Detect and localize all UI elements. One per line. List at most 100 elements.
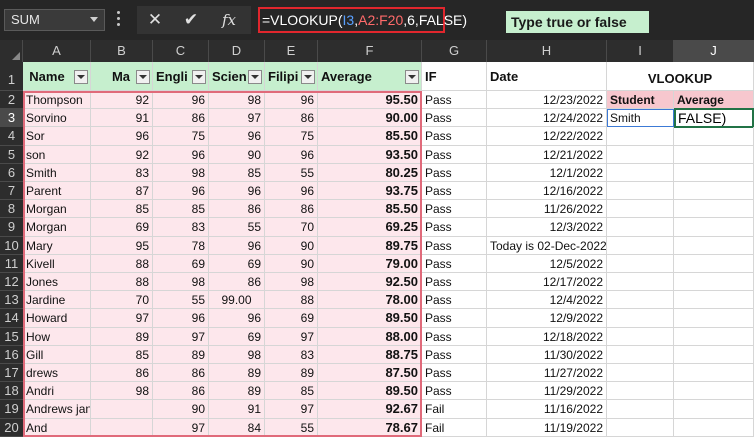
- table-cell[interactable]: 83: [153, 218, 209, 237]
- table-cell[interactable]: 75: [153, 127, 209, 146]
- row-header[interactable]: 19: [0, 400, 23, 419]
- table-cell[interactable]: 86: [153, 109, 209, 128]
- row-header[interactable]: 20: [0, 418, 23, 437]
- table-cell[interactable]: 89: [91, 327, 153, 346]
- table-cell[interactable]: 80.25: [318, 163, 422, 182]
- empty-cell[interactable]: [607, 291, 674, 310]
- filter-dropdown-icon[interactable]: [192, 70, 206, 84]
- table-cell[interactable]: Jardine: [23, 291, 91, 310]
- column-header[interactable]: J: [674, 40, 754, 62]
- cancel-icon[interactable]: ✕: [142, 8, 168, 32]
- empty-cell[interactable]: [674, 200, 754, 219]
- empty-cell[interactable]: [607, 327, 674, 346]
- table-cell[interactable]: 92.50: [318, 273, 422, 292]
- column-header[interactable]: A: [23, 40, 91, 62]
- column-header[interactable]: F: [318, 40, 422, 62]
- chevron-down-icon[interactable]: [90, 17, 98, 22]
- table-cell[interactable]: 97: [153, 418, 209, 437]
- enter-icon[interactable]: ✔: [178, 8, 204, 32]
- table-cell[interactable]: Pass: [422, 91, 487, 110]
- table-cell[interactable]: 97: [91, 309, 153, 328]
- column-header[interactable]: I: [607, 40, 674, 62]
- table-cell[interactable]: 85.50: [318, 127, 422, 146]
- column-header[interactable]: E: [265, 40, 318, 62]
- empty-cell[interactable]: [674, 163, 754, 182]
- table-cell[interactable]: 86: [91, 364, 153, 383]
- row-header[interactable]: 4: [0, 127, 23, 146]
- table-cell[interactable]: 12/5/2022: [487, 254, 607, 273]
- row-header[interactable]: 13: [0, 291, 23, 310]
- active-cell-editor[interactable]: FALSE): [674, 108, 754, 129]
- table-cell[interactable]: 12/17/2022: [487, 273, 607, 292]
- row-header[interactable]: 7: [0, 182, 23, 201]
- table-cell[interactable]: Pass: [422, 291, 487, 310]
- table-cell[interactable]: 89: [209, 364, 265, 383]
- table-cell[interactable]: Sorvino: [23, 109, 91, 128]
- table-cell[interactable]: 97: [209, 109, 265, 128]
- table-cell[interactable]: 89: [265, 364, 318, 383]
- table-cell[interactable]: 86: [265, 200, 318, 219]
- table-cell[interactable]: 12/3/2022: [487, 218, 607, 237]
- table-cell[interactable]: 12/1/2022: [487, 163, 607, 182]
- table-cell[interactable]: 86: [153, 382, 209, 401]
- table-cell[interactable]: 96: [209, 127, 265, 146]
- table-cell[interactable]: 92: [91, 91, 153, 110]
- table-cell[interactable]: 88.75: [318, 345, 422, 364]
- empty-cell[interactable]: [674, 327, 754, 346]
- row-header[interactable]: 8: [0, 200, 23, 219]
- table-cell[interactable]: 69: [153, 254, 209, 273]
- table-cell[interactable]: Pass: [422, 218, 487, 237]
- table-cell[interactable]: Pass: [422, 327, 487, 346]
- table-cell[interactable]: 88: [91, 273, 153, 292]
- table-cell[interactable]: Pass: [422, 254, 487, 273]
- table-cell[interactable]: 97: [265, 327, 318, 346]
- empty-cell[interactable]: [607, 145, 674, 164]
- table-cell[interactable]: Morgan: [23, 218, 91, 237]
- empty-cell[interactable]: [674, 145, 754, 164]
- row-header[interactable]: 14: [0, 309, 23, 328]
- table-cell[interactable]: 85: [91, 345, 153, 364]
- table-cell[interactable]: 12/9/2022: [487, 309, 607, 328]
- table-cell[interactable]: 96: [91, 127, 153, 146]
- table-cell[interactable]: 90: [265, 254, 318, 273]
- table-cell[interactable]: Smith: [23, 163, 91, 182]
- table-cell[interactable]: 85: [91, 200, 153, 219]
- table-cell[interactable]: 70: [91, 291, 153, 310]
- table-cell[interactable]: Pass: [422, 382, 487, 401]
- empty-cell[interactable]: [674, 309, 754, 328]
- filter-dropdown-icon[interactable]: [248, 70, 262, 84]
- table-cell[interactable]: 93.75: [318, 182, 422, 201]
- table-cell[interactable]: 79.00: [318, 254, 422, 273]
- table-cell[interactable]: 89.50: [318, 309, 422, 328]
- table-cell[interactable]: Pass: [422, 273, 487, 292]
- table-cell[interactable]: How: [23, 327, 91, 346]
- table-cell[interactable]: 55: [153, 291, 209, 310]
- filter-dropdown-icon[interactable]: [74, 70, 88, 84]
- row-header[interactable]: 5: [0, 145, 23, 164]
- empty-cell[interactable]: [607, 182, 674, 201]
- filter-dropdown-icon[interactable]: [301, 70, 315, 84]
- table-cell[interactable]: 89.50: [318, 382, 422, 401]
- table-cell[interactable]: Pass: [422, 236, 487, 255]
- table-cell[interactable]: 85.50: [318, 200, 422, 219]
- table-cell[interactable]: 84: [209, 418, 265, 437]
- table-cell[interactable]: 92.67: [318, 400, 422, 419]
- table-cell[interactable]: Kivell: [23, 254, 91, 273]
- row-header[interactable]: 1: [0, 62, 23, 91]
- empty-cell[interactable]: [607, 163, 674, 182]
- table-cell[interactable]: 12/4/2022: [487, 291, 607, 310]
- table-cell[interactable]: 96: [209, 236, 265, 255]
- table-cell[interactable]: Pass: [422, 109, 487, 128]
- table-cell[interactable]: drews: [23, 364, 91, 383]
- header-if[interactable]: IF: [422, 62, 487, 91]
- empty-cell[interactable]: [674, 345, 754, 364]
- table-cell[interactable]: Mary: [23, 236, 91, 255]
- lookup-average-header[interactable]: Average: [674, 91, 754, 110]
- table-cell[interactable]: 11/29/2022: [487, 382, 607, 401]
- table-cell[interactable]: 69: [91, 218, 153, 237]
- row-header[interactable]: 3: [0, 109, 23, 128]
- table-cell[interactable]: Pass: [422, 182, 487, 201]
- empty-cell[interactable]: [607, 236, 674, 255]
- table-cell[interactable]: Pass: [422, 200, 487, 219]
- table-cell[interactable]: 91: [91, 109, 153, 128]
